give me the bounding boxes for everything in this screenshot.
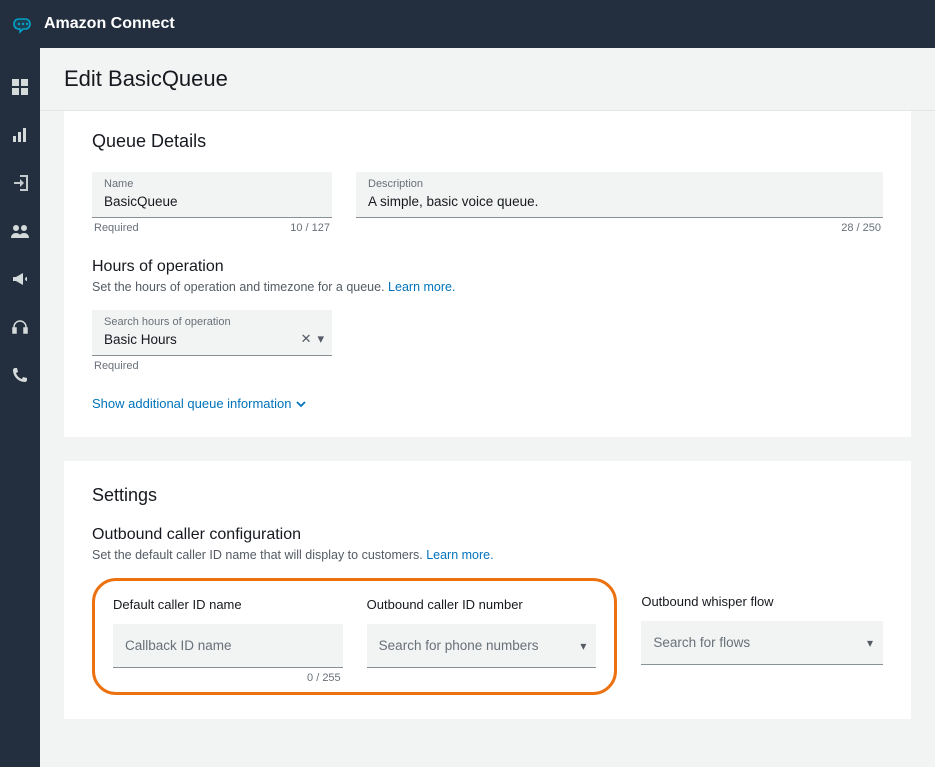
connect-logo-icon [10,12,34,36]
page-title-bar: Edit BasicQueue [40,48,935,111]
caller-id-number-select[interactable] [367,624,597,668]
name-required-hint: Required [94,222,139,234]
caller-id-number-label: Outbound caller ID number [367,597,597,612]
hours-title: Hours of operation [92,258,883,276]
name-count: 10 / 127 [290,222,330,234]
settings-card: Settings Outbound caller configuration S… [64,461,911,719]
hours-required-hint: Required [94,360,139,372]
queue-details-card: Queue Details Name Required 10 / 127 [64,111,911,437]
main-content: Edit BasicQueue Queue Details Name Requi… [40,48,935,767]
hours-desc: Set the hours of operation and timezone … [92,280,883,294]
highlighted-callout: Default caller ID name 0 / 255 Outbound … [92,578,617,695]
description-label: Description [356,172,883,190]
description-input[interactable] [356,190,883,217]
routing-icon[interactable] [11,174,29,192]
users-icon[interactable] [11,222,29,240]
name-label: Name [92,172,332,190]
dashboard-icon[interactable] [11,78,29,96]
phone-icon[interactable] [11,366,29,384]
caller-id-name-count: 0 / 255 [307,672,341,684]
whisper-flow-label: Outbound whisper flow [641,594,883,609]
brand-title: Amazon Connect [44,15,175,33]
caller-id-name-input[interactable] [113,624,343,668]
hours-learn-more-link[interactable]: Learn more. [388,280,455,294]
hours-select[interactable] [92,328,332,355]
hours-search-label: Search hours of operation [92,310,332,328]
headset-icon[interactable] [11,318,29,336]
queue-details-title: Queue Details [92,131,883,152]
outbound-config-desc: Set the default caller ID name that will… [92,548,883,562]
caller-id-name-label: Default caller ID name [113,597,343,612]
outbound-learn-more-link[interactable]: Learn more. [426,548,493,562]
clear-icon[interactable]: ✕ [301,331,312,347]
whisper-flow-select[interactable] [641,621,883,665]
top-header: Amazon Connect [0,0,935,48]
analytics-icon[interactable] [11,126,29,144]
chevron-down-icon[interactable]: ▾ [317,331,324,347]
chevron-down-icon [295,398,307,410]
page-title: Edit BasicQueue [64,66,911,92]
settings-title: Settings [92,485,883,506]
announce-icon[interactable] [11,270,29,288]
sidebar [0,48,40,767]
show-additional-toggle[interactable]: Show additional queue information [92,396,307,411]
outbound-config-title: Outbound caller configuration [92,526,883,544]
name-input[interactable] [92,190,332,217]
description-count: 28 / 250 [841,222,881,234]
